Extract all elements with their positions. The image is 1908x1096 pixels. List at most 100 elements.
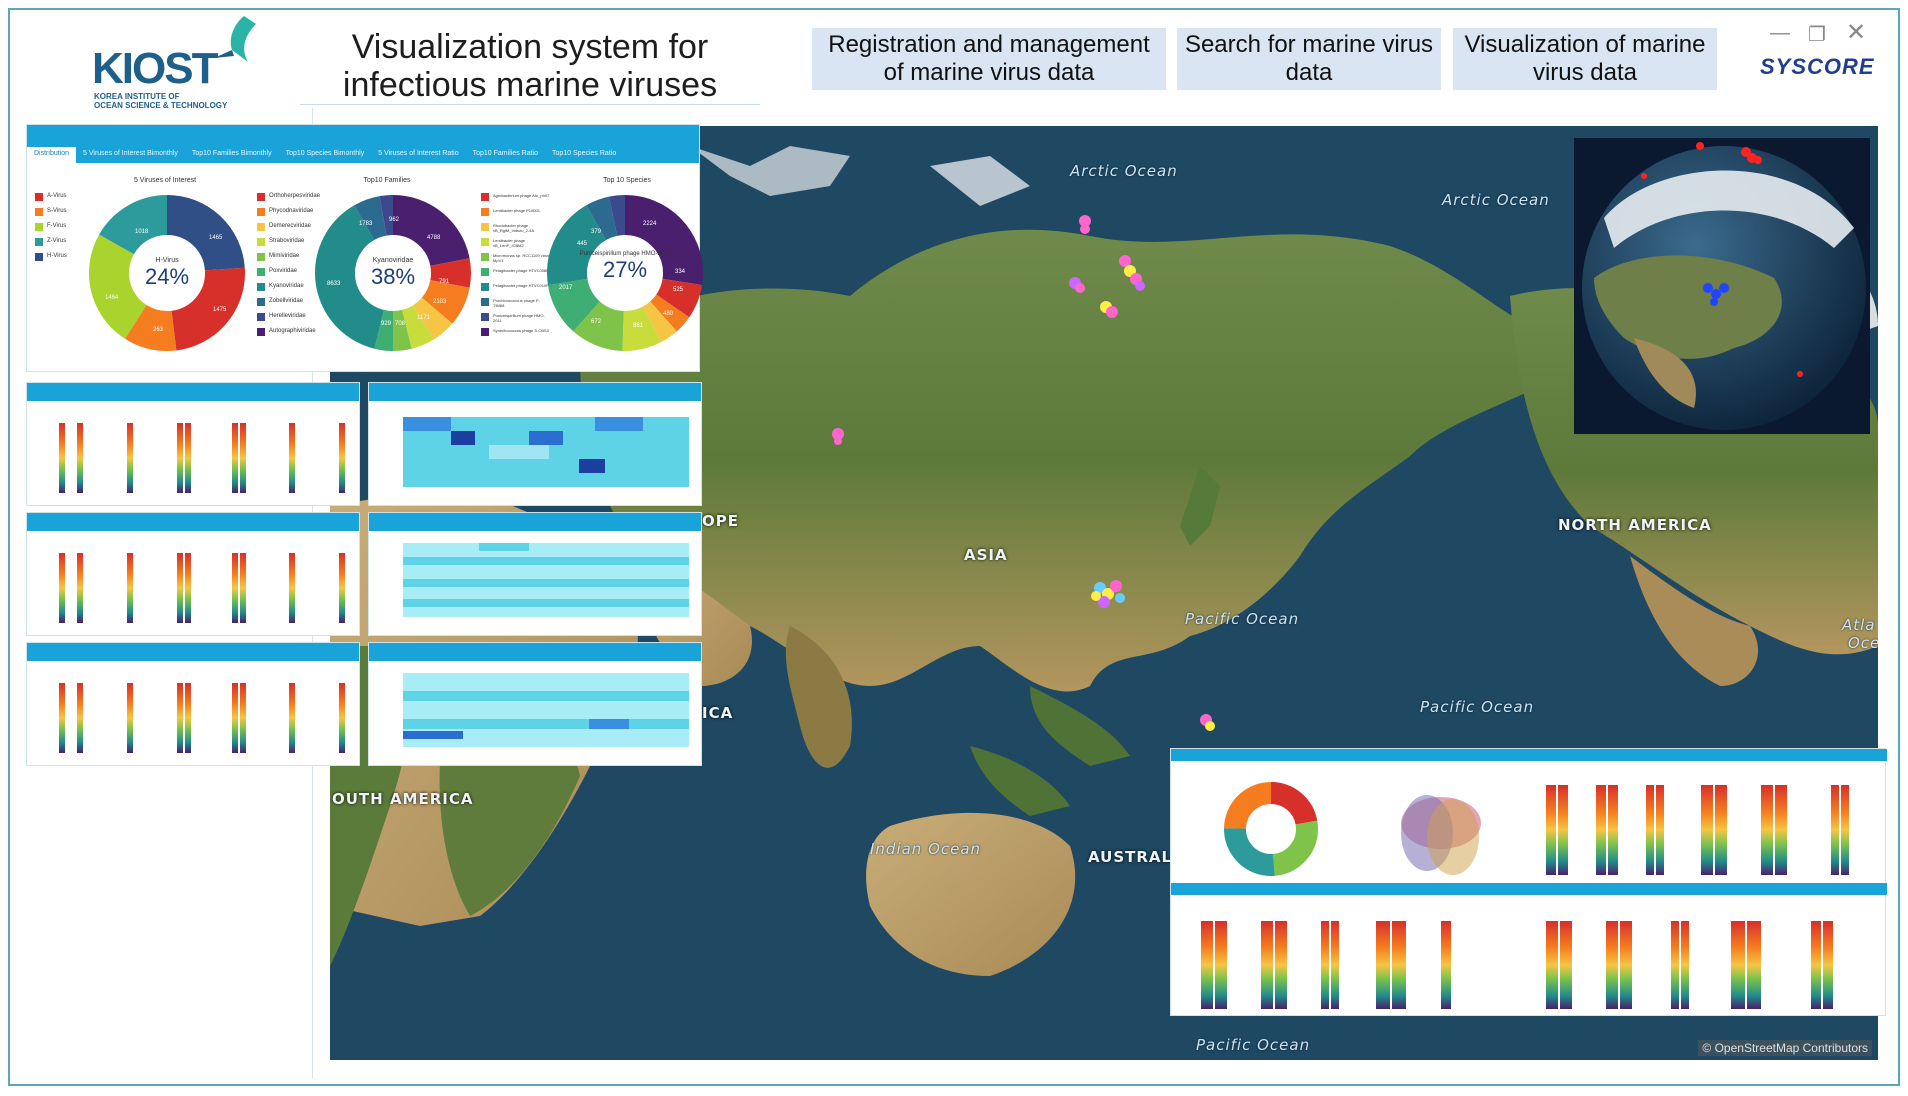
- ocean-label: Pacific Ocean: [1196, 1036, 1311, 1054]
- legend-item: Kyanoviridae: [269, 283, 304, 289]
- legend-item: Herelleviridae: [269, 313, 306, 319]
- pie2-center-pct: 38%: [370, 264, 416, 289]
- legend-item: Pelagibacter phage HTVC010P: [493, 283, 549, 288]
- legend-item: Lentibacter phage vB_LenP_ICBM2: [493, 238, 526, 248]
- slice-label: 929: [381, 321, 392, 327]
- continent-label: AUSTRAL: [1088, 848, 1173, 866]
- slice-label: 1475: [213, 307, 227, 313]
- page-title: Visualization system for infectious mari…: [330, 28, 730, 104]
- slice-label: 861: [633, 323, 644, 329]
- map-attribution[interactable]: © OpenStreetMap Contributors: [1698, 1040, 1872, 1056]
- marker-group-europe[interactable]: [832, 428, 844, 445]
- panel-tabs: [369, 523, 701, 531]
- ocean-label: Pacific Ocean: [1185, 610, 1300, 628]
- legend-item: H-Virus: [47, 253, 67, 259]
- nav-search-label-1: Search for marine virus: [1184, 31, 1434, 58]
- legend-item: Puniceispirillum phage HMO-2011: [493, 313, 545, 323]
- ocean-label: Arctic Ocean: [1442, 191, 1550, 209]
- tab-families-ratio[interactable]: Top10 Families Ratio: [466, 147, 545, 163]
- tab-species-ratio[interactable]: Top10 Species Ratio: [545, 147, 623, 163]
- slice-label: 8633: [327, 281, 341, 287]
- legend-item: Zobellviridae: [269, 298, 304, 304]
- globe-graphic: [1582, 142, 1866, 430]
- species-ratio-panel[interactable]: [368, 642, 702, 766]
- tab-viruses-bimonthly[interactable]: 5 Viruses of Interest Bimonthly: [76, 147, 185, 163]
- logo-subtitle-1: KOREA INSTITUTE OF: [94, 92, 180, 101]
- viruses-ratio-panel[interactable]: [368, 382, 702, 506]
- families-bimonthly-panel[interactable]: [26, 512, 360, 636]
- slice-label: 334: [675, 269, 686, 275]
- legend-item: A-Virus: [47, 193, 67, 199]
- page-title-line-2: infectious marine viruses: [342, 66, 718, 104]
- panel-tabs: [369, 653, 701, 661]
- stacked-bar-chart: [59, 683, 345, 753]
- nav-registration-button[interactable]: Registration and management of marine vir…: [812, 28, 1166, 90]
- legend-item: Demerecviridae: [269, 223, 312, 229]
- panel-titlebar[interactable]: [369, 383, 701, 393]
- tab-families-bimonthly[interactable]: Top10 Families Bimonthly: [185, 147, 279, 163]
- distribution-dashboard[interactable]: Distribution 5 Viruses of Interest Bimon…: [26, 124, 703, 372]
- ocean-label: Arctic Ocean: [1070, 162, 1178, 180]
- legend-item: Pelagibacter phage HTVC008M: [493, 268, 550, 273]
- ocean-label: Pacific Ocean: [1420, 698, 1535, 716]
- panel-tabs: [27, 523, 359, 531]
- families-ratio-panel[interactable]: [368, 512, 702, 636]
- logo-subtitle-2: OCEAN SCIENCE & TECHNOLOGY: [94, 101, 228, 110]
- title-divider: [300, 104, 760, 105]
- tab-viruses-ratio[interactable]: 5 Viruses of Interest Ratio: [371, 147, 465, 163]
- marker-group-korea[interactable]: [1091, 580, 1125, 608]
- slice-label: 1171: [417, 315, 431, 321]
- viruses-bimonthly-panel[interactable]: [26, 382, 360, 506]
- pie2-center-name: Kyanoviridae: [372, 257, 414, 264]
- legend-item: Z-Virus: [47, 238, 67, 244]
- panel-tabs: [369, 393, 701, 401]
- panel-titlebar[interactable]: [27, 383, 359, 393]
- species-bimonthly-panel[interactable]: [26, 642, 360, 766]
- kiost-logo: KIOST KOREA INSTITUTE OF OCEAN SCIENCE &…: [92, 12, 262, 110]
- legend-item: Prochlorococcus phage P-TIM68: [493, 298, 540, 308]
- close-icon[interactable]: ✕: [1846, 18, 1866, 47]
- continent-label: OUTH AMERICA: [332, 790, 474, 808]
- slice-label: 2103: [433, 299, 447, 305]
- slice-label: 445: [577, 241, 588, 247]
- slice-label: 672: [591, 319, 602, 325]
- dashboard-tabs: Distribution 5 Viruses of Interest Bimon…: [27, 147, 699, 163]
- logo-wordmark: KIOST: [92, 44, 218, 93]
- slice-label: 4788: [427, 235, 441, 241]
- maximize-icon[interactable]: ❐: [1808, 22, 1826, 47]
- panel-titlebar[interactable]: [369, 643, 701, 653]
- tab-species-bimonthly[interactable]: Top10 Species Bimonthly: [279, 147, 372, 163]
- ocean-label: Atla: [1842, 616, 1876, 634]
- slice-label: 1783: [359, 221, 373, 227]
- tab-distribution[interactable]: Distribution: [27, 147, 77, 163]
- legend-item: Phycodnaviridae: [269, 208, 314, 214]
- slice-label: 708: [395, 321, 406, 327]
- nav-visualization-button[interactable]: Visualization of marine virus data: [1453, 28, 1717, 90]
- dashboard-titlebar[interactable]: [27, 125, 699, 147]
- panel-titlebar[interactable]: [369, 513, 701, 523]
- nav-search-label-2: data: [1285, 59, 1333, 86]
- globe-view[interactable]: [1574, 138, 1870, 434]
- nav-visualization-label-1: Visualization of marine: [1464, 31, 1706, 58]
- panel-titlebar[interactable]: [27, 513, 359, 523]
- continent-label: ASIA: [964, 546, 1008, 564]
- marker-group-arctic[interactable]: [1069, 215, 1145, 318]
- slice-label: 2017: [559, 285, 573, 291]
- nav-search-button[interactable]: Search for marine virus data: [1177, 28, 1441, 90]
- continent-label: ICA: [702, 704, 734, 722]
- slice-label: 379: [591, 229, 602, 235]
- overlay-charts: [1171, 749, 1887, 1009]
- pie3-center: Puniceispirillum phage HMO-2011 27%: [575, 251, 675, 283]
- nav-visualization-label-2: virus data: [1532, 59, 1638, 86]
- legend-item: S-Virus: [47, 208, 67, 214]
- multi-chart-overlay[interactable]: [1170, 748, 1887, 1016]
- pie3-legend: Agrobacterium phage Atu_ph07 Lentibacter…: [481, 193, 551, 343]
- legend-item: Mimiviridae: [269, 253, 300, 259]
- marker-group-pacific[interactable]: [1200, 714, 1215, 731]
- continent-label: OPE: [702, 512, 739, 530]
- panel-titlebar[interactable]: [27, 643, 359, 653]
- minimize-icon[interactable]: —: [1770, 22, 1790, 45]
- ocean-label: Indian Ocean: [870, 840, 982, 858]
- pie1-legend: A-Virus S-Virus F-Virus Z-Virus H-Virus: [35, 193, 67, 268]
- pie3-center-pct: 27%: [602, 257, 648, 282]
